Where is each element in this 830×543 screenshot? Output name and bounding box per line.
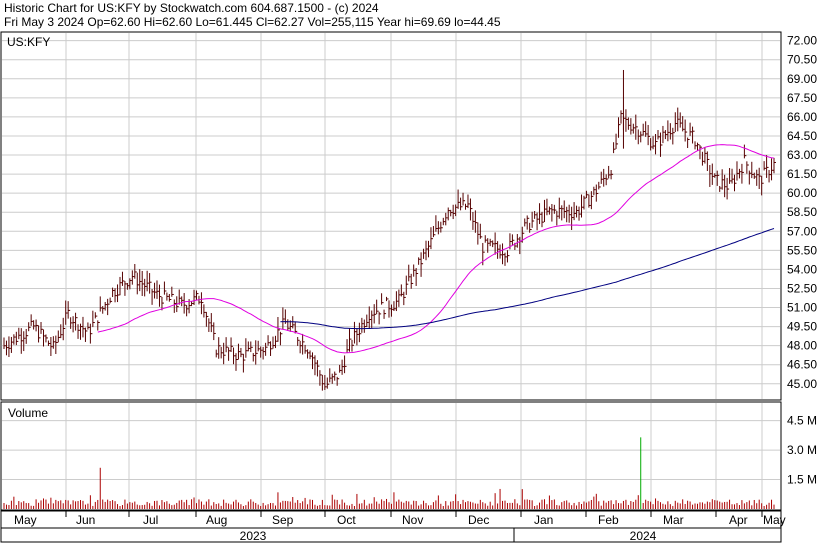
- price-tick-label: 60.00: [787, 186, 817, 200]
- price-tick-label: 46.50: [787, 358, 817, 372]
- price-tick-label: 51.00: [787, 301, 817, 315]
- price-tick-label: 57.00: [787, 224, 817, 238]
- price-tick-label: 58.50: [787, 205, 817, 219]
- month-label: May: [14, 513, 37, 527]
- moving-averages: [97, 144, 775, 354]
- price-volume-chart: 45.00 46.50 48.00 49.50 51.00 52.50 54.00 55.50…: [0, 31, 817, 543]
- price-tick-label: 69.00: [787, 72, 817, 86]
- volume-label: Volume: [8, 406, 48, 420]
- price-tick-label: 72.00: [787, 34, 817, 48]
- month-label: Nov: [402, 513, 423, 527]
- month-label: Feb: [598, 513, 619, 527]
- price-tick-label: 55.50: [787, 243, 817, 257]
- month-label: Mar: [663, 513, 684, 527]
- month-label: Oct: [337, 513, 356, 527]
- chart-window: { "header": { "title": "Historic Chart f…: [0, 0, 830, 543]
- month-label: Apr: [729, 513, 748, 527]
- price-tick-label: 54.00: [787, 262, 817, 276]
- month-label: Sep: [272, 513, 294, 527]
- year-label: 2023: [240, 529, 267, 543]
- price-tick-label: 61.50: [787, 167, 817, 181]
- volume-bars: [3, 437, 775, 509]
- price-tick-label: 48.00: [787, 339, 817, 353]
- volume-tick-label: 4.5 M: [787, 414, 817, 428]
- price-tick-label: 67.50: [787, 91, 817, 105]
- year-label: 2024: [630, 529, 657, 543]
- volume-tick-label: 1.5 M: [787, 473, 817, 487]
- price-tick-label: 52.50: [787, 281, 817, 295]
- month-label: Jul: [143, 513, 158, 527]
- symbol-label: US:KFY: [7, 35, 50, 49]
- price-tick-label: 45.00: [787, 377, 817, 391]
- volume-tick-label: 3.0 M: [787, 443, 817, 457]
- long-moving-average-line: [280, 228, 775, 330]
- month-label: Jun: [76, 513, 95, 527]
- price-tick-label: 66.00: [787, 110, 817, 124]
- price-tick-label: 49.50: [787, 320, 817, 334]
- price-tick-label: 63.00: [787, 148, 817, 162]
- month-label: May: [763, 513, 786, 527]
- month-label: Dec: [468, 513, 489, 527]
- grid-lines: [2, 33, 780, 517]
- price-tick-label: 70.50: [787, 53, 817, 67]
- month-label: Aug: [206, 513, 227, 527]
- price-tick-label: 64.50: [787, 129, 817, 143]
- month-label: Jan: [534, 513, 553, 527]
